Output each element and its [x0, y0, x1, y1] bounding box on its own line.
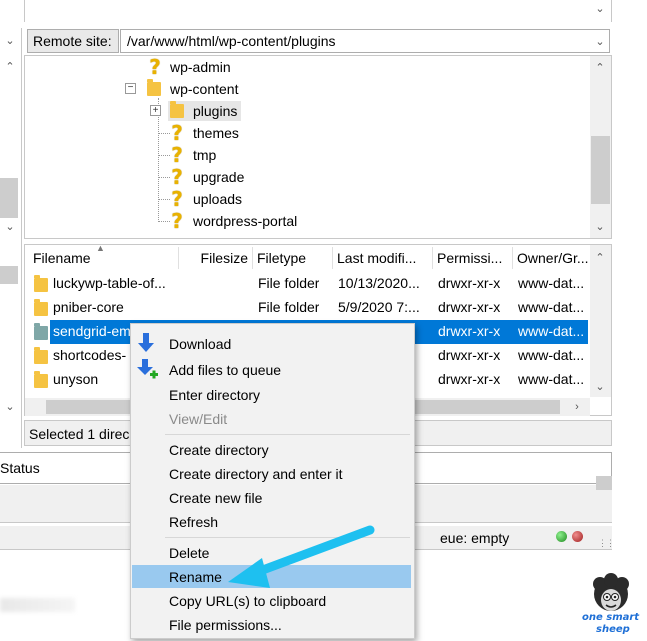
status-light-green-icon: [556, 531, 567, 542]
question-icon: ?: [171, 209, 183, 233]
add-to-queue-icon: [137, 359, 158, 379]
menu-item-create-directory[interactable]: Create directory: [169, 439, 269, 461]
file-list-header: Filename Filesize Filetype Last modifi..…: [25, 247, 590, 269]
sheep-logo: one smart sheep: [578, 572, 644, 638]
file-list-vscrollbar[interactable]: [590, 245, 611, 397]
list-scroll-down-icon[interactable]: ⌄: [592, 378, 608, 394]
remote-tree: [24, 55, 612, 239]
menu-item-create-new-file[interactable]: Create new file: [169, 487, 262, 509]
sort-ascending-icon: ▲: [96, 243, 105, 253]
menu-item-copy-url[interactable]: Copy URL(s) to clipboard: [169, 590, 326, 612]
local-list-scroll-down-icon[interactable]: ⌄: [2, 398, 18, 414]
collapse-expander-icon[interactable]: −: [125, 83, 136, 94]
local-pane: [0, 28, 22, 448]
column-last-modified[interactable]: Last modifi...: [333, 247, 433, 269]
menu-item-delete[interactable]: Delete: [169, 542, 209, 564]
download-icon: [138, 333, 154, 352]
question-icon: ?: [171, 143, 183, 167]
tree-item-wp-content[interactable]: wp-content: [147, 79, 238, 99]
question-icon: ?: [171, 187, 183, 211]
path-dropdown-icon[interactable]: ⌄: [592, 33, 608, 49]
table-row[interactable]: luckywp-table-of... File folder 10/13/20…: [28, 272, 588, 296]
top-panel: [24, 0, 612, 22]
menu-item-create-directory-enter[interactable]: Create directory and enter it: [169, 463, 343, 485]
menu-item-add-files-to-queue[interactable]: Add files to queue: [169, 359, 281, 381]
tree-scroll-up-icon[interactable]: ⌃: [592, 59, 608, 75]
menu-item-enter-directory[interactable]: Enter directory: [169, 384, 260, 406]
column-filesize[interactable]: Filesize: [179, 247, 253, 269]
folder-icon: [34, 347, 48, 364]
tree-item-wp-admin[interactable]: ? wp-admin: [146, 57, 231, 77]
logo-text-line2: sheep: [596, 624, 630, 635]
annotation-arrow-icon: [228, 525, 375, 588]
local-dropdown-icon[interactable]: ⌄: [2, 32, 18, 48]
local-scroll-up-icon[interactable]: ⌃: [2, 58, 18, 74]
tree-item-wordpress-portal[interactable]: ? wordpress-portal: [168, 211, 297, 231]
table-row[interactable]: pniber-core File folder 5/9/2020 7:... d…: [28, 296, 588, 320]
folder-icon: [147, 79, 161, 96]
tree-item-uploads[interactable]: ? uploads: [168, 189, 242, 209]
column-owner-group[interactable]: Owner/Gr...: [513, 247, 590, 269]
scroll-down-icon[interactable]: ⌄: [592, 0, 608, 16]
folder-icon: [34, 275, 48, 292]
folder-icon: [34, 299, 48, 316]
tree-scrollbar-thumb[interactable]: [591, 136, 610, 204]
folder-icon: [34, 323, 48, 340]
resize-grip-icon[interactable]: ⋮⋮: [598, 538, 615, 549]
status-panel-label: Status: [0, 460, 40, 476]
folder-icon: [170, 101, 184, 118]
folder-icon: [34, 371, 48, 388]
local-scrollbar-thumb[interactable]: [0, 178, 18, 218]
tree-item-tmp[interactable]: ? tmp: [168, 145, 216, 165]
list-scroll-up-icon[interactable]: ⌃: [592, 249, 608, 265]
menu-item-view-edit: View/Edit: [169, 411, 228, 427]
status-scrollbar-thumb[interactable]: [596, 476, 612, 490]
menu-separator: [165, 434, 410, 435]
queue-status-text: eue: empty: [440, 530, 510, 546]
menu-item-refresh[interactable]: Refresh: [169, 511, 218, 533]
question-icon: ?: [171, 121, 183, 145]
list-scroll-right-icon[interactable]: ›: [569, 399, 585, 415]
background-blur: [0, 598, 75, 612]
question-icon: ?: [171, 165, 183, 189]
question-icon: ?: [149, 55, 161, 79]
column-permissions[interactable]: Permissi...: [433, 247, 513, 269]
column-filetype[interactable]: Filetype: [253, 247, 333, 269]
status-light-red-icon: [572, 531, 583, 542]
expand-expander-icon[interactable]: +: [150, 105, 161, 116]
selection-status-text: Selected 1 direc: [29, 426, 130, 442]
menu-item-download[interactable]: Download: [169, 333, 231, 355]
remote-site-label-text: Remote site:: [33, 33, 112, 49]
tree-line: [158, 98, 159, 222]
tree-scroll-down-icon[interactable]: ⌄: [592, 218, 608, 234]
context-menu: Download Add files to queue Enter direct…: [130, 323, 415, 639]
tree-item-upgrade[interactable]: ? upgrade: [168, 167, 244, 187]
local-list-scrollbar[interactable]: [0, 266, 18, 284]
tree-item-themes[interactable]: ? themes: [168, 123, 239, 143]
menu-item-file-permissions[interactable]: File permissions...: [169, 614, 282, 636]
tree-item-plugins[interactable]: plugins: [168, 101, 242, 121]
logo-text-line1: one smart: [582, 612, 640, 623]
menu-item-rename[interactable]: Rename: [169, 566, 222, 588]
remote-site-path-text: /var/www/html/wp-content/plugins: [127, 33, 336, 49]
local-scroll-down-icon[interactable]: ⌄: [2, 218, 18, 234]
